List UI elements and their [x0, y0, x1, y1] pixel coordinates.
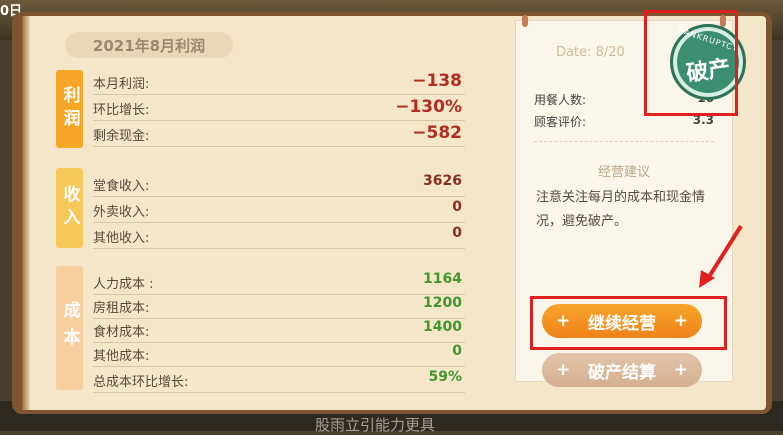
cost-row-ingredients: 食材成本: 1400: [93, 318, 465, 343]
profit-row-cash: 剩余现金: −582: [93, 122, 465, 147]
plus-icon: +: [673, 311, 688, 331]
profit-row-monthly: 本月利润: −138: [93, 70, 465, 95]
cost-ingredients-label: 食材成本:: [93, 325, 150, 340]
profit-tag-label: 利润: [59, 86, 80, 132]
plus-icon: +: [556, 311, 571, 331]
cost-other-value: 0: [452, 343, 462, 359]
plus-icon: +: [556, 360, 571, 380]
book-spine: [22, 16, 30, 410]
receipt-rating-label: 顾客评价:: [534, 115, 587, 129]
profit-tag: 利润: [56, 70, 83, 148]
profit-monthly-value: −138: [412, 71, 462, 91]
income-row-delivery: 外卖收入: 0: [93, 198, 465, 223]
cost-total-growth-label: 总成本环比增长:: [93, 375, 189, 390]
income-delivery-value: 0: [452, 199, 462, 215]
profit-cash-value: −582: [412, 123, 462, 143]
highlight-box-stamp: [644, 10, 738, 116]
cost-other-label: 其他成本:: [93, 349, 150, 364]
income-delivery-label: 外卖收入:: [93, 205, 150, 220]
profit-monthly-label: 本月利润:: [93, 77, 150, 92]
advice-title: 经营建议: [597, 165, 650, 180]
receipt-divider: [534, 141, 714, 142]
profit-growth-value: −130%: [395, 97, 462, 117]
cost-labor-value: 1164: [423, 271, 462, 287]
receipt-date: Date: 8/20: [556, 45, 625, 60]
arrow-icon: [699, 224, 743, 288]
income-other-value: 0: [452, 225, 462, 241]
profit-row-growth: 环比增长: −130%: [93, 96, 465, 121]
receipt-rating: 顾客评价: 3.3: [534, 113, 714, 133]
cost-row-total-growth: 总成本环比增长: 59%: [93, 368, 465, 393]
income-other-label: 其他收入:: [93, 231, 150, 246]
cost-ingredients-value: 1400: [423, 319, 462, 335]
profit-cash-label: 剩余现金:: [93, 129, 150, 144]
cost-row-labor: 人力成本 : 1164: [93, 270, 465, 295]
continue-business-label: 继续经营: [588, 313, 656, 334]
cost-tag-label: 成本: [59, 301, 80, 355]
receipt-diners-label: 用餐人数:: [534, 93, 587, 107]
income-row-other: 其他收入: 0: [93, 224, 465, 249]
cost-tag: 成本: [56, 266, 83, 390]
report-title: 2021年8月利润: [65, 32, 233, 58]
cost-total-growth-value: 59%: [428, 369, 462, 385]
bankruptcy-settle-label: 破产结算: [588, 362, 656, 383]
cost-rent-label: 房租成本:: [93, 301, 150, 316]
profit-growth-label: 环比增长:: [93, 103, 150, 118]
cost-rent-value: 1200: [423, 295, 462, 311]
receipt-pin: [522, 15, 528, 27]
bankruptcy-settle-button[interactable]: + 破产结算 +: [542, 353, 702, 387]
income-dinein-value: 3626: [423, 173, 462, 189]
income-row-dinein: 堂食收入: 3626: [93, 172, 465, 197]
income-dinein-label: 堂食收入:: [93, 179, 150, 194]
cost-row-rent: 房租成本: 1200: [93, 294, 465, 319]
continue-business-button[interactable]: + 继续经营 +: [542, 304, 702, 338]
cost-labor-label: 人力成本 :: [93, 277, 154, 292]
income-tag: 收入: [56, 168, 83, 248]
cost-row-other: 其他成本: 0: [93, 342, 465, 367]
plus-icon: +: [673, 360, 688, 380]
income-tag-label: 收入: [59, 185, 80, 231]
bottom-caption: 股雨立引能力更具: [315, 416, 436, 434]
